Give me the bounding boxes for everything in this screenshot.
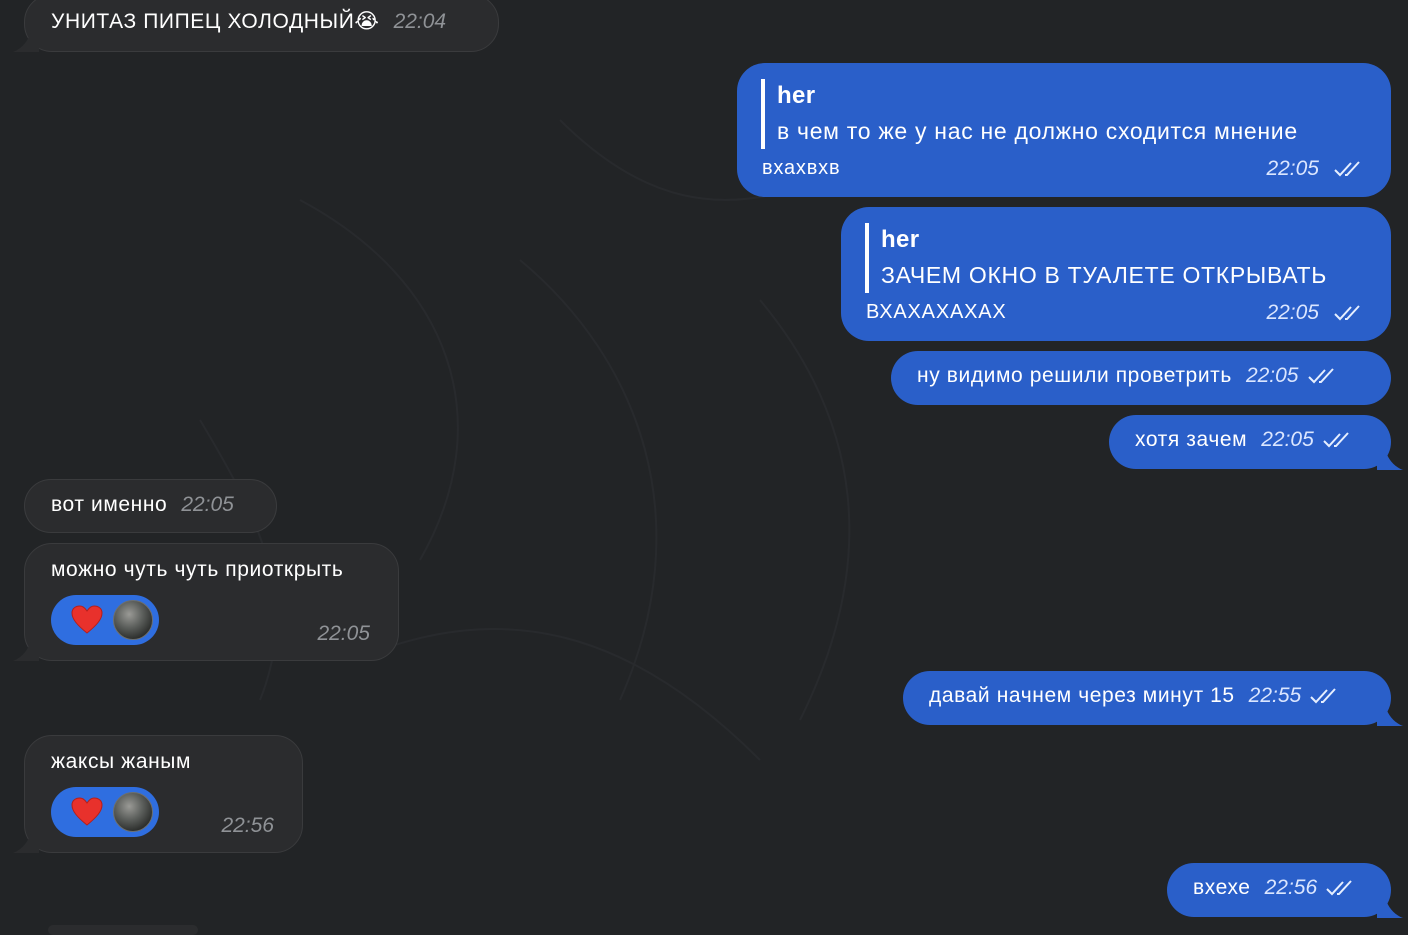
- message-time: 22:55: [1248, 684, 1302, 707]
- reply-text: ЗАЧЕМ ОКНО В ТУАЛЕТЕ ОТКРЫВАТЬ: [881, 262, 1328, 288]
- message-time: 22:05: [1266, 157, 1319, 180]
- bubble-tail: [13, 831, 39, 853]
- message-bubble-outgoing[interactable]: хотя зачем 22:05: [1109, 415, 1403, 470]
- message-time: 22:05: [181, 493, 234, 516]
- avatar: [113, 792, 153, 832]
- message-time: 22:05: [1261, 428, 1314, 451]
- message-bubble-incoming[interactable]: жаксы жаным 22:56: [13, 735, 303, 853]
- reply-author: her: [777, 82, 816, 109]
- message-time: 22:04: [393, 9, 447, 33]
- reaction-pill[interactable]: [51, 787, 159, 837]
- message-bubble-outgoing[interactable]: her в чем то же у нас не должно сходится…: [737, 63, 1391, 197]
- bubble-tail: [1377, 896, 1403, 918]
- avatar: [113, 600, 153, 640]
- double-check-icon: [1323, 432, 1349, 448]
- double-check-icon: [1310, 688, 1336, 704]
- message-bubble-incoming[interactable]: УНИТАЗ ПИПЕЦ ХОЛОДНЫЙ😭 22:04: [13, 0, 499, 52]
- double-check-icon: [1334, 161, 1360, 177]
- reaction-pill[interactable]: [51, 595, 159, 645]
- message-text: жаксы жаным: [51, 750, 192, 773]
- reply-author: her: [881, 226, 920, 253]
- bubble-tail: [13, 30, 39, 52]
- double-check-icon: [1326, 880, 1352, 896]
- message-bubble-outgoing[interactable]: давай начнем через минут 15 22:55: [903, 671, 1403, 726]
- message-text: УНИТАЗ ПИПЕЦ ХОЛОДНЫЙ😭: [51, 10, 380, 33]
- message-text: ну видимо решили проветрить: [917, 364, 1232, 387]
- bubble-tail: [1377, 448, 1403, 470]
- message-text: вхехе: [1193, 876, 1251, 899]
- message-text: можно чуть чуть приоткрыть: [51, 558, 344, 581]
- double-check-icon: [1307, 368, 1334, 384]
- heart-icon: [71, 797, 103, 826]
- message-time: 22:56: [221, 814, 274, 837]
- bubble-tail: [1377, 704, 1403, 726]
- message-bubble-incoming[interactable]: можно чуть чуть приоткрыть 22:05: [13, 543, 399, 661]
- message-time: 22:05: [1266, 301, 1319, 324]
- message-time: 22:05: [1245, 364, 1299, 387]
- message-bubble-incoming-partial[interactable]: [48, 925, 198, 935]
- message-time: 22:05: [317, 622, 370, 645]
- message-text: ВХАХАХАХАХ: [866, 301, 1007, 323]
- reply-text: в чем то же у нас не должно сходится мне…: [777, 118, 1298, 144]
- double-check-icon: [1334, 305, 1360, 321]
- message-bubble-outgoing[interactable]: her ЗАЧЕМ ОКНО В ТУАЛЕТЕ ОТКРЫВАТЬ ВХАХА…: [841, 207, 1391, 341]
- bubble-tail: [13, 639, 39, 661]
- message-text: вхахвхв: [762, 157, 841, 179]
- reply-quote[interactable]: her в чем то же у нас не должно сходится…: [761, 79, 1298, 149]
- reply-quote[interactable]: her ЗАЧЕМ ОКНО В ТУАЛЕТЕ ОТКРЫВАТЬ: [865, 223, 1327, 293]
- message-bubble-incoming[interactable]: вот именно 22:05: [24, 479, 277, 533]
- message-text: хотя зачем: [1135, 428, 1248, 451]
- message-text: вот именно: [51, 493, 168, 516]
- message-bubble-outgoing[interactable]: ну видимо решили проветрить 22:05: [891, 351, 1391, 405]
- message-text: давай начнем через минут 15: [929, 684, 1235, 707]
- message-bubble-outgoing[interactable]: вхехе 22:56: [1167, 863, 1403, 918]
- message-time: 22:56: [1264, 876, 1318, 899]
- heart-icon: [71, 605, 103, 634]
